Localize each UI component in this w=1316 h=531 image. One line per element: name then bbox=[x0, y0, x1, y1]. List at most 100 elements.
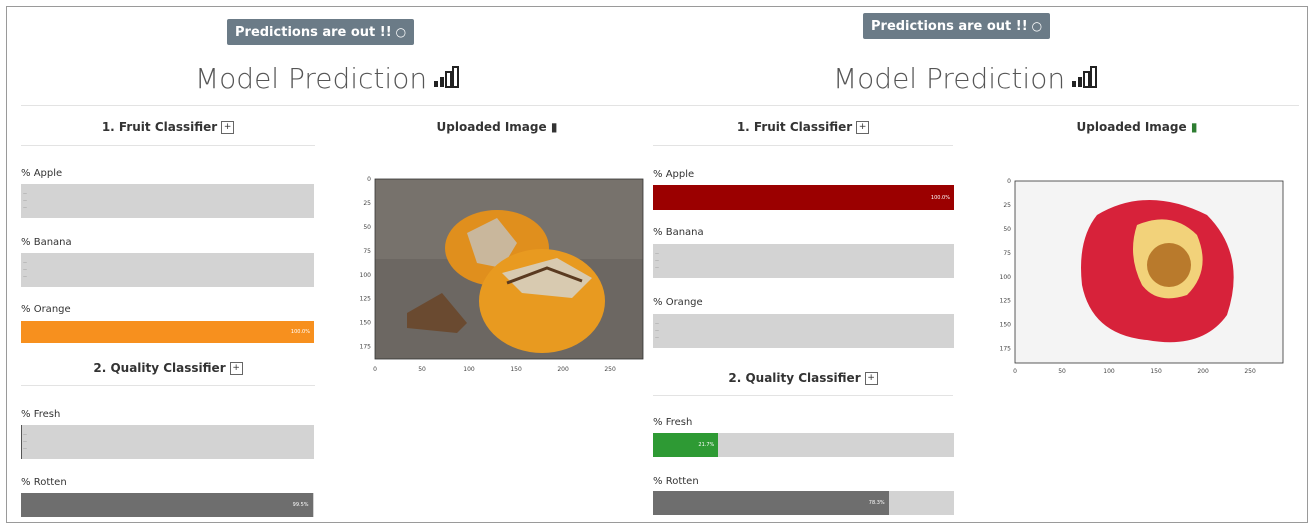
bar-chart-icon bbox=[1071, 62, 1099, 95]
page-title: Model Prediction bbox=[195, 62, 461, 95]
x-tick-label: 100 bbox=[1103, 368, 1115, 375]
page-title: Model Prediction bbox=[833, 62, 1099, 95]
percent-symbol: % bbox=[653, 169, 663, 180]
y-tick-label: 175 bbox=[360, 344, 372, 351]
page-title-text: Model Prediction bbox=[195, 62, 428, 95]
x-tick-label: 150 bbox=[1150, 368, 1162, 375]
quality-label-fresh: % Fresh bbox=[653, 417, 692, 428]
progress-bar-banana: — — — bbox=[653, 244, 954, 278]
document-icon: ▮ bbox=[1190, 120, 1198, 134]
page-title-text: Model Prediction bbox=[833, 62, 1066, 95]
uploaded-image-plot: 0 25 50 75 100 125 150 175 0 50 100 150 200 250 bbox=[360, 176, 644, 373]
bar-chart-icon bbox=[433, 62, 461, 95]
expand-icon[interactable]: + bbox=[221, 121, 235, 134]
predictions-badge: Predictions are out !! ○ bbox=[227, 19, 415, 45]
y-tick-label: 150 bbox=[1000, 322, 1012, 329]
y-tick-label: 0 bbox=[367, 176, 371, 183]
y-tick-label: 75 bbox=[363, 248, 371, 255]
divider bbox=[647, 105, 1299, 106]
fruit-label-apple: % Apple bbox=[21, 168, 62, 179]
quality-label-fresh: % Fresh bbox=[21, 409, 60, 420]
quality-classifier-title: 2. Quality Classifier bbox=[93, 361, 226, 375]
quality-classifier-header[interactable]: 2. Quality Classifier + bbox=[21, 361, 315, 375]
divider bbox=[653, 395, 953, 396]
percent-symbol: % bbox=[21, 477, 31, 488]
quality-name: Fresh bbox=[33, 409, 61, 420]
fruit-classifier-title: 1. Fruit Classifier bbox=[736, 120, 853, 134]
fruit-name: Apple bbox=[665, 169, 695, 180]
fruit-label-banana: % Banana bbox=[21, 237, 72, 248]
document-icon: ▮ bbox=[550, 120, 558, 134]
y-tick-label: 175 bbox=[1000, 346, 1012, 353]
bar-ticks: — — — bbox=[23, 191, 27, 210]
x-tick-label: 100 bbox=[463, 366, 475, 373]
y-tick-label: 75 bbox=[1003, 250, 1011, 257]
quality-label-rotten: % Rotten bbox=[653, 476, 699, 487]
fruit-name: Banana bbox=[665, 227, 704, 238]
progress-bar-rotten: 99.5% bbox=[21, 493, 314, 517]
progress-value: 21.7% bbox=[698, 442, 715, 448]
fruit-classifier-header[interactable]: 1. Fruit Classifier + bbox=[653, 120, 953, 134]
progress-fill: 99.5% bbox=[21, 493, 313, 517]
prediction-panel-1: Predictions are out !! ○ Model Prediction… bbox=[7, 7, 647, 522]
quality-classifier-header[interactable]: 2. Quality Classifier + bbox=[653, 371, 953, 385]
progress-bar-fresh: 21.7% bbox=[653, 433, 954, 457]
y-tick-label: 0 bbox=[1007, 178, 1011, 185]
divider bbox=[21, 145, 315, 146]
expand-icon[interactable]: + bbox=[864, 372, 878, 385]
x-tick-label: 0 bbox=[373, 366, 377, 373]
progress-bar-fresh: — — — bbox=[21, 425, 314, 459]
y-tick-label: 125 bbox=[360, 296, 372, 303]
x-tick-label: 250 bbox=[604, 366, 616, 373]
percent-symbol: % bbox=[21, 304, 31, 315]
progress-fill: 78.3% bbox=[653, 491, 889, 515]
progress-fill bbox=[21, 425, 23, 459]
fruit-label-orange: % Orange bbox=[21, 304, 71, 315]
percent-symbol: % bbox=[653, 227, 663, 238]
x-tick-label: 50 bbox=[418, 366, 426, 373]
predictions-badge: Predictions are out !! ○ bbox=[863, 13, 1051, 39]
expand-icon[interactable]: + bbox=[856, 121, 870, 134]
progress-bar-orange: 100.0% bbox=[21, 321, 314, 343]
app-frame: Predictions are out !! ○ Model Prediction… bbox=[6, 6, 1308, 523]
quality-label-rotten: % Rotten bbox=[21, 477, 67, 488]
expand-icon[interactable]: + bbox=[229, 362, 243, 375]
bar-ticks: — — — bbox=[655, 321, 659, 340]
divider bbox=[653, 145, 953, 146]
quality-name: Rotten bbox=[665, 476, 699, 487]
progress-fill: 100.0% bbox=[21, 321, 314, 343]
x-tick-label: 50 bbox=[1058, 368, 1066, 375]
fruit-label-banana: % Banana bbox=[653, 227, 704, 238]
percent-symbol: % bbox=[21, 168, 31, 179]
badge-text: Predictions are out !! bbox=[235, 25, 392, 40]
quality-classifier-title: 2. Quality Classifier bbox=[728, 371, 861, 385]
progress-fill: 21.7% bbox=[653, 433, 719, 457]
lightbulb-icon: ○ bbox=[1031, 19, 1043, 33]
progress-bar-rotten: 78.3% bbox=[653, 491, 954, 515]
y-tick-label: 125 bbox=[1000, 298, 1012, 305]
bar-ticks: — — — bbox=[23, 432, 27, 451]
progress-bar-apple: — — — bbox=[21, 184, 314, 218]
fruit-classifier-title: 1. Fruit Classifier bbox=[101, 120, 218, 134]
fruit-label-orange: % Orange bbox=[653, 297, 703, 308]
y-tick-label: 25 bbox=[1003, 202, 1011, 209]
uploaded-image-plot: 0 25 50 75 100 125 150 175 0 50 100 150 200 250 bbox=[1000, 178, 1284, 375]
y-tick-label: 100 bbox=[360, 272, 372, 279]
prediction-panel-2: Predictions are out !! ○ Model Prediction… bbox=[647, 7, 1307, 522]
uploaded-image-title: Uploaded Image bbox=[1076, 120, 1187, 134]
fruit-name: Banana bbox=[33, 237, 72, 248]
progress-value: 78.3% bbox=[868, 500, 885, 506]
progress-bar-banana: — — — bbox=[21, 253, 314, 287]
fruit-classifier-header[interactable]: 1. Fruit Classifier + bbox=[21, 120, 315, 134]
percent-symbol: % bbox=[653, 476, 663, 487]
fruit-name: Apple bbox=[33, 168, 63, 179]
divider bbox=[21, 105, 647, 106]
x-tick-label: 0 bbox=[1013, 368, 1017, 375]
progress-value: 100.0% bbox=[290, 329, 310, 335]
progress-value: 99.5% bbox=[292, 502, 309, 508]
progress-fill: 100.0% bbox=[653, 185, 954, 210]
quality-name: Fresh bbox=[665, 417, 693, 428]
fruit-name: Orange bbox=[665, 297, 703, 308]
y-tick-label: 150 bbox=[360, 320, 372, 327]
y-tick-label: 100 bbox=[1000, 274, 1012, 281]
